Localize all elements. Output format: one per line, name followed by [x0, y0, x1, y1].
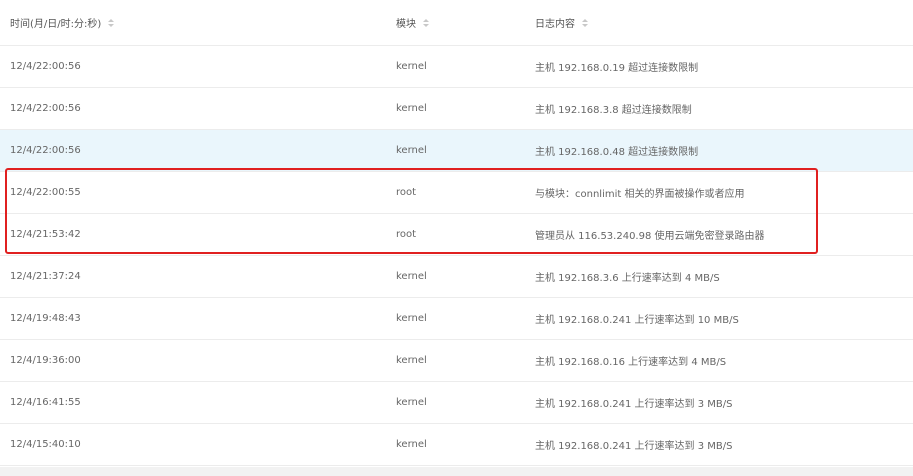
- cell-module: kernel: [396, 271, 427, 282]
- column-header-module-label: 模块: [396, 19, 416, 30]
- cell-module: kernel: [396, 313, 427, 324]
- cell-content: 主机 192.168.0.16 上行速率达到 4 MB/S: [535, 357, 727, 368]
- cell-time: 12/4/21:53:42: [10, 229, 81, 240]
- cell-module: kernel: [396, 355, 427, 366]
- horizontal-scrollbar[interactable]: [0, 467, 913, 476]
- table-row[interactable]: 12/4/15:40:10 kernel 主机 192.168.0.241 上行…: [0, 424, 913, 466]
- table-row[interactable]: 12/4/21:53:42 root 管理员从 116.53.240.98 使用…: [0, 214, 913, 256]
- cell-module: kernel: [396, 103, 427, 114]
- column-header-content-label: 日志内容: [535, 19, 575, 30]
- table-row[interactable]: 12/4/21:37:24 kernel 主机 192.168.3.6 上行速率…: [0, 256, 913, 298]
- table-row[interactable]: 12/4/19:36:00 kernel 主机 192.168.0.16 上行速…: [0, 340, 913, 382]
- cell-time: 12/4/22:00:55: [10, 187, 81, 198]
- cell-module: root: [396, 229, 417, 240]
- cell-time: 12/4/19:48:43: [10, 313, 81, 324]
- column-header-module[interactable]: 模块: [396, 0, 429, 45]
- cell-content: 主机 192.168.0.241 上行速率达到 3 MB/S: [535, 441, 733, 452]
- table-row[interactable]: 12/4/22:00:56 kernel 主机 192.168.3.8 超过连接…: [0, 88, 913, 130]
- cell-content: 主机 192.168.0.19 超过连接数限制: [535, 63, 699, 74]
- table-row[interactable]: 12/4/19:48:43 kernel 主机 192.168.0.241 上行…: [0, 298, 913, 340]
- cell-time: 12/4/15:40:10: [10, 439, 81, 450]
- cell-module: kernel: [396, 61, 427, 72]
- table-row-hovered[interactable]: 12/4/22:00:56 kernel 主机 192.168.0.48 超过连…: [0, 130, 913, 172]
- column-header-time[interactable]: 时间(月/日/时:分:秒): [10, 0, 115, 45]
- table-row[interactable]: 12/4/16:41:55 kernel 主机 192.168.0.241 上行…: [0, 382, 913, 424]
- cell-time: 12/4/19:36:00: [10, 355, 81, 366]
- column-header-content[interactable]: 日志内容: [535, 0, 588, 45]
- log-table: 时间(月/日/时:分:秒) 模块 日志内容 12/4/22:00:56 kern…: [0, 0, 913, 466]
- cell-module: kernel: [396, 439, 427, 450]
- cell-module: kernel: [396, 145, 427, 156]
- cell-time: 12/4/21:37:24: [10, 271, 81, 282]
- cell-content: 主机 192.168.3.8 超过连接数限制: [535, 105, 692, 116]
- cell-content: 主机 192.168.0.241 上行速率达到 3 MB/S: [535, 399, 733, 410]
- table-header: 时间(月/日/时:分:秒) 模块 日志内容: [0, 0, 913, 46]
- cell-module: kernel: [396, 397, 427, 408]
- cell-content: 管理员从 116.53.240.98 使用云端免密登录路由器: [535, 231, 765, 242]
- sort-icon[interactable]: [582, 18, 588, 28]
- cell-content: 与模块：connlimit 相关的界面被操作或者应用: [535, 189, 745, 200]
- cell-time: 12/4/22:00:56: [10, 103, 81, 114]
- cell-module: root: [396, 187, 417, 198]
- column-header-time-label: 时间(月/日/时:分:秒): [10, 19, 102, 30]
- cell-time: 12/4/16:41:55: [10, 397, 81, 408]
- cell-content: 主机 192.168.0.241 上行速率达到 10 MB/S: [535, 315, 739, 326]
- cell-time: 12/4/22:00:56: [10, 145, 81, 156]
- cell-content: 主机 192.168.3.6 上行速率达到 4 MB/S: [535, 273, 720, 284]
- cell-time: 12/4/22:00:56: [10, 61, 81, 72]
- sort-icon[interactable]: [108, 18, 115, 28]
- table-row[interactable]: 12/4/22:00:56 kernel 主机 192.168.0.19 超过连…: [0, 46, 913, 88]
- cell-content: 主机 192.168.0.48 超过连接数限制: [535, 147, 699, 158]
- table-row[interactable]: 12/4/22:00:55 root 与模块：connlimit 相关的界面被操…: [0, 172, 913, 214]
- sort-icon[interactable]: [423, 18, 429, 28]
